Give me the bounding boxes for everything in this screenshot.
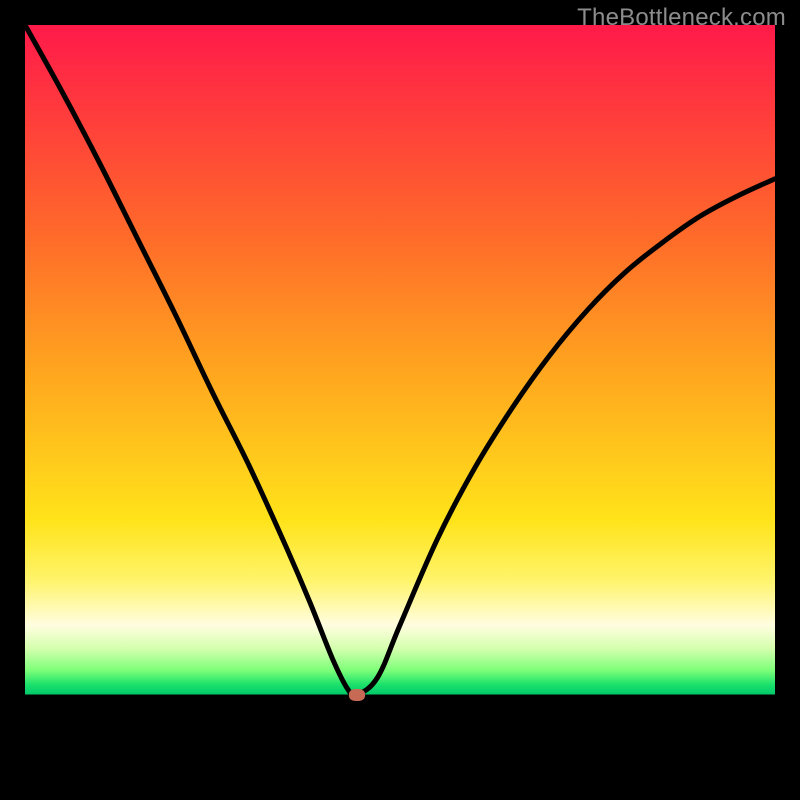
chart-gradient-background bbox=[25, 25, 775, 775]
minimum-marker bbox=[349, 689, 365, 701]
chart-frame bbox=[25, 25, 775, 775]
